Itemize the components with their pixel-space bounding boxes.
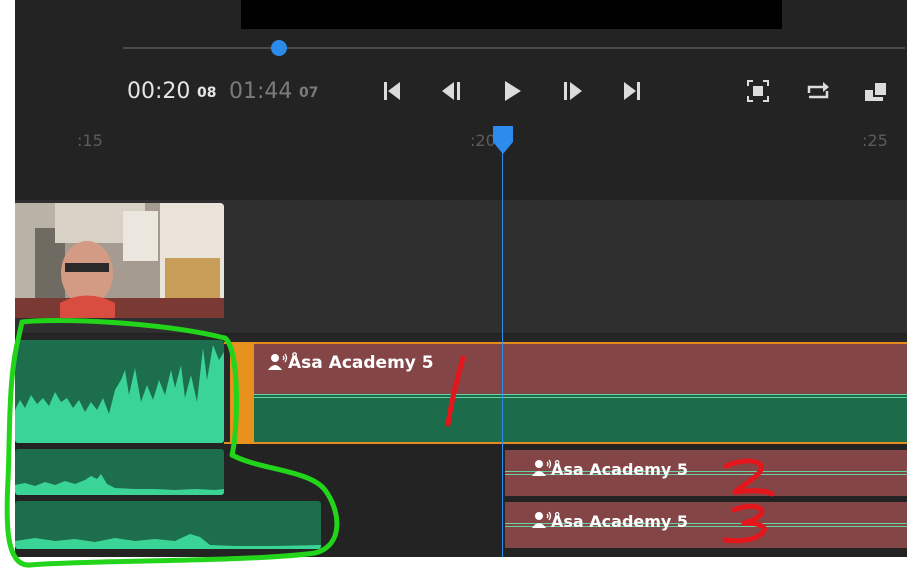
scrub-bar[interactable] [123,47,905,49]
duration-time: 01:44 [229,79,293,104]
skip-to-end-icon[interactable] [617,76,647,106]
scrub-handle[interactable] [271,40,287,56]
clip-label-a2: Åsa Academy 5 [551,460,689,479]
fullscreen-icon[interactable] [743,76,773,106]
audio-clip-a1-left[interactable] [15,340,224,443]
audio-clip-a2-left[interactable] [15,449,224,495]
ruler-tick-15: :15 [77,131,103,150]
step-back-icon[interactable] [437,76,467,106]
current-time: 00:20 [127,79,191,104]
selected-clip-handle[interactable] [230,342,254,444]
playhead-handle[interactable] [491,126,515,154]
video-preview [241,0,782,29]
audio-clip-a2[interactable]: Åsa Academy 5 [505,450,907,496]
skip-to-start-icon[interactable] [377,76,407,106]
ruler-tick-25: :25 [862,131,888,150]
export-frame-icon[interactable] [862,76,892,106]
clip-label-a3: Åsa Academy 5 [551,512,689,531]
audio-clip-a1[interactable]: Åsa Academy 5 [254,344,907,442]
current-frames: 08 [197,85,217,101]
playhead-line[interactable] [502,150,503,557]
audio-clip-a3-left[interactable] [15,501,321,549]
audio-clip-a3[interactable]: Åsa Academy 5 [505,502,907,548]
duration-frames: 07 [299,85,319,101]
voice-icon [268,353,288,370]
loop-icon[interactable] [803,76,833,106]
clip-label-a1: Åsa Academy 5 [288,353,434,373]
step-forward-icon[interactable] [557,76,587,106]
video-clip-thumbnail[interactable] [15,203,224,318]
play-icon[interactable] [497,76,527,106]
video-editor: 00:20 08 01:44 07 :15 :20 :25 Åsa Academ… [15,0,907,557]
